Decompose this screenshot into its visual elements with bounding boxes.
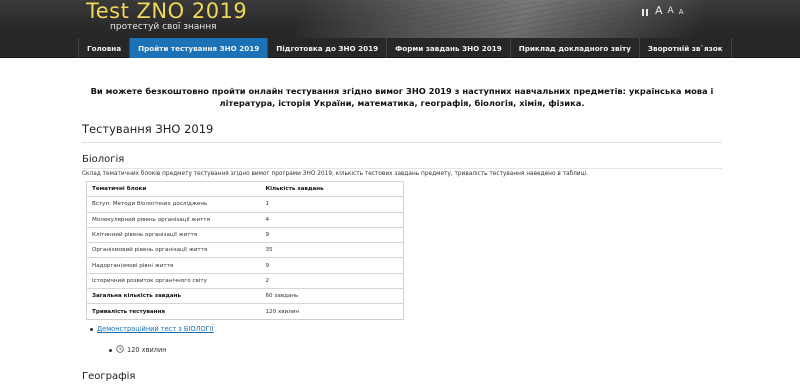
site-header: Test ZNO 2019 протестуй свої знання A A …: [0, 0, 800, 38]
intro-text: Ви можете безкоштовно пройти онлайн тест…: [90, 86, 714, 108]
divider: [82, 142, 722, 143]
test-duration: 120 хвилин: [127, 346, 167, 354]
nav-item-feedback[interactable]: Зворотній зв`язок: [640, 38, 732, 58]
nav-item-task-forms[interactable]: Форми завдань ЗНО 2019: [387, 38, 511, 58]
table-row: Історичний розвиток органічного світу 2: [86, 272, 404, 289]
section-title-biology: Біологія: [82, 154, 125, 165]
table-cell: 120 хвилин: [260, 303, 404, 320]
column-header: Тематичні блоки: [86, 180, 261, 197]
bullet-icon: [90, 327, 93, 331]
table-cell: Історичний розвиток органічного світу: [86, 272, 261, 289]
table-cell: Клітинний рівень організації життя: [86, 226, 261, 243]
nav-item-take-test[interactable]: Пройти тестування ЗНО 2019: [130, 38, 269, 58]
site-title[interactable]: Test ZNO 2019: [86, 0, 247, 23]
nav-item-preparation[interactable]: Підготовка до ЗНО 2019: [268, 38, 388, 58]
table-cell: 60 завдань: [260, 288, 404, 304]
table-description: Склад тематичних блоків предмету тестува…: [82, 171, 588, 177]
table-cell: Організмовий рівень організації життя: [86, 242, 261, 258]
table-cell: Молекулярний рівень організації життя: [86, 211, 261, 228]
table-cell: 1: [260, 196, 404, 213]
table-row: Надорганізмові рівні життя 9: [86, 257, 404, 274]
list-item: 120 хвилин: [109, 345, 167, 355]
table-cell: 4: [260, 211, 404, 228]
bullet-icon: [109, 348, 112, 352]
site-slogan: протестуй свої знання: [110, 22, 217, 32]
biology-topics-table: Тематичні блоки Кількість завдань Вступ.…: [86, 180, 404, 320]
table-cell: Загальна кількість завдань: [86, 288, 261, 304]
header-text-decoration: [360, 2, 660, 36]
font-size-large-button[interactable]: A: [655, 5, 663, 16]
section-title-geography: Географія: [82, 371, 136, 382]
table-row: Вступ. Методи біологічних досліджень 1: [86, 196, 404, 213]
table-header-row: Тематичні блоки Кількість завдань: [86, 180, 404, 197]
demo-test-link[interactable]: Демонстраційний тест з БІОЛОГІЇ: [97, 325, 214, 333]
divider: [82, 168, 722, 169]
table-cell: 9: [260, 257, 404, 274]
accessibility-controls: A A A: [642, 5, 684, 16]
nav-item-home[interactable]: Головна: [78, 38, 131, 58]
column-header: Кількість завдань: [260, 180, 404, 197]
font-size-small-button[interactable]: A: [679, 9, 684, 16]
font-size-medium-button[interactable]: A: [668, 7, 674, 16]
table-cell: 2: [260, 272, 404, 289]
table-row: Організмовий рівень організації життя 35: [86, 242, 404, 258]
clock-icon: [116, 345, 124, 355]
table-cell: 35: [260, 242, 404, 258]
table-row-total: Загальна кількість завдань 60 завдань: [86, 288, 404, 304]
table-cell: Вступ. Методи біологічних досліджень: [86, 196, 261, 213]
nav-item-report-example[interactable]: Приклад докладного звіту: [511, 38, 640, 58]
table-row: Клітинний рівень організації життя 9: [86, 226, 404, 243]
list-item: Демонстраційний тест з БІОЛОГІЇ: [90, 325, 214, 333]
table-cell: Надорганізмові рівні життя: [86, 257, 261, 274]
table-row: Молекулярний рівень організації життя 4: [86, 211, 404, 228]
table-cell: Тривалість тестування: [86, 303, 261, 320]
main-nav: Головна Пройти тестування ЗНО 2019 Підго…: [0, 38, 800, 58]
table-row-duration: Тривалість тестування 120 хвилин: [86, 303, 404, 320]
pause-icon[interactable]: [642, 8, 648, 16]
page-title: Тестування ЗНО 2019: [82, 122, 214, 136]
table-cell: 9: [260, 226, 404, 243]
